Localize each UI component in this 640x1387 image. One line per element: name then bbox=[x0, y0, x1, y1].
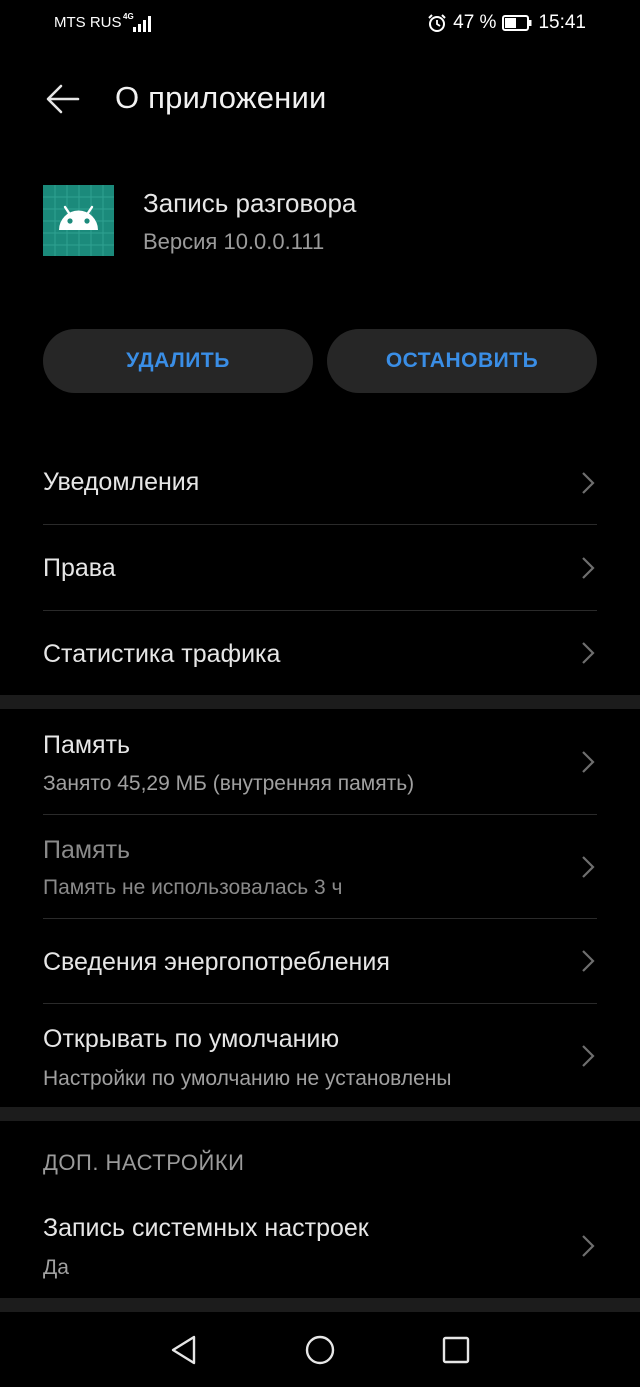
chevron-right-icon bbox=[582, 557, 595, 579]
chevron-right-icon bbox=[582, 1235, 595, 1257]
modify-system-settings-item[interactable]: Запись системных настроек Да bbox=[43, 1195, 597, 1298]
list-item-label: Сведения энергопотребления bbox=[43, 948, 390, 976]
storage-item[interactable]: Память Занято 45,29 МБ (внутренняя памят… bbox=[43, 709, 597, 814]
back-arrow-icon[interactable] bbox=[44, 80, 82, 118]
section-separator bbox=[0, 1298, 640, 1312]
recents-square-icon[interactable] bbox=[440, 1334, 472, 1366]
list-item-subtitle: Настройки по умолчанию не установлены bbox=[43, 1067, 452, 1090]
list-item-label: Память bbox=[43, 731, 131, 759]
section-separator bbox=[0, 1107, 640, 1121]
list-item-subtitle: Занято 45,29 МБ (внутренняя память) bbox=[43, 772, 415, 795]
open-by-default-item[interactable]: Открывать по умолчанию Настройки по умол… bbox=[43, 1004, 597, 1107]
status-bar: MTS RUS 4G 47 % 15:41 bbox=[0, 0, 640, 46]
force-stop-button[interactable]: ОСТАНОВИТЬ bbox=[327, 329, 597, 393]
clock: 15:41 bbox=[538, 12, 586, 33]
android-app-icon bbox=[43, 185, 114, 256]
page-title: О приложении bbox=[115, 80, 327, 115]
battery-icon bbox=[502, 15, 532, 31]
carrier-label: MTS RUS bbox=[54, 14, 122, 31]
back-triangle-icon[interactable] bbox=[168, 1334, 200, 1366]
power-usage-item[interactable]: Сведения энергопотребления bbox=[43, 919, 597, 1003]
traffic-stats-item[interactable]: Статистика трафика bbox=[43, 611, 597, 695]
list-item-label: Уведомления bbox=[43, 468, 200, 496]
list-item-label: Статистика трафика bbox=[43, 640, 281, 668]
navigation-bar bbox=[0, 1312, 640, 1387]
list-item-subtitle: Да bbox=[43, 1256, 69, 1279]
section-header: ДОП. НАСТРОЙКИ bbox=[43, 1150, 245, 1175]
list-item-subtitle: Память не использовалась 3 ч bbox=[43, 876, 343, 899]
chevron-right-icon bbox=[582, 856, 595, 878]
home-circle-icon[interactable] bbox=[304, 1334, 336, 1366]
list-item-label: Открывать по умолчанию bbox=[43, 1025, 340, 1053]
list-item-label: Память bbox=[43, 836, 131, 864]
app-name: Запись разговора bbox=[143, 188, 357, 218]
chevron-right-icon bbox=[582, 642, 595, 664]
section-separator bbox=[0, 695, 640, 709]
notifications-item[interactable]: Уведомления bbox=[43, 440, 597, 524]
app-version: Версия 10.0.0.111 bbox=[143, 229, 325, 254]
permissions-item[interactable]: Права bbox=[43, 525, 597, 610]
list-item-label: Права bbox=[43, 554, 116, 582]
battery-percent: 47 % bbox=[453, 12, 497, 33]
signal-icon: 4G bbox=[123, 12, 155, 32]
alarm-icon bbox=[428, 14, 446, 32]
chevron-right-icon bbox=[582, 1045, 595, 1067]
memory-item[interactable]: Память Память не использовалась 3 ч bbox=[43, 815, 597, 918]
chevron-right-icon bbox=[582, 950, 595, 972]
uninstall-button[interactable]: УДАЛИТЬ bbox=[43, 329, 313, 393]
list-item-label: Запись системных настроек bbox=[43, 1214, 369, 1242]
chevron-right-icon bbox=[582, 472, 595, 494]
chevron-right-icon bbox=[582, 751, 595, 773]
